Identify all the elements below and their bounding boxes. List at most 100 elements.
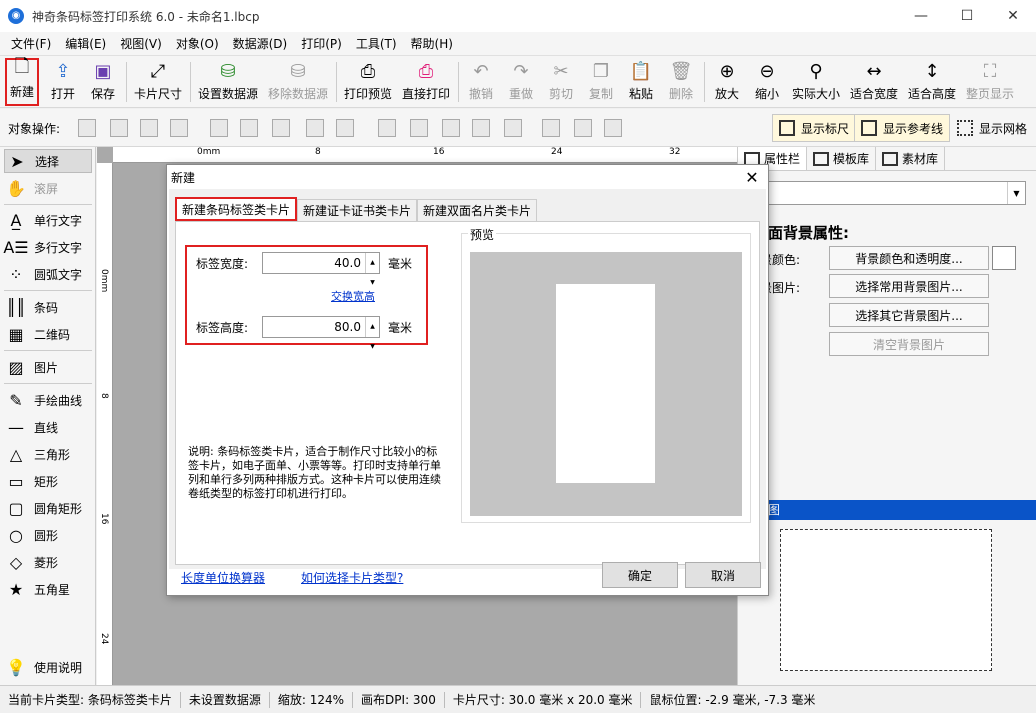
tool-qrcode[interactable]: ▦ 二维码 (4, 322, 92, 346)
other-bg-image-button[interactable]: 选择其它背景图片... (829, 303, 989, 327)
open-file-icon: ⇪ (55, 60, 71, 82)
swap-dimensions-link[interactable]: 交换宽高 (331, 288, 375, 304)
same-width-icon[interactable] (306, 119, 324, 137)
how-to-choose-link[interactable]: 如何选择卡片类型? (301, 569, 403, 586)
tab-certificate-card[interactable]: 新建证卡证书类卡片 (297, 199, 418, 221)
tab-templates[interactable]: 模板库 (807, 147, 877, 170)
cut-button[interactable]: ✂ 剪切 (544, 58, 578, 106)
layer-bottom-icon[interactable] (170, 119, 188, 137)
trash-icon: 🗑 (669, 60, 693, 82)
unit-converter-link[interactable]: 长度单位换算器 (181, 569, 265, 586)
width-stepper[interactable]: 40.0 ▲ ▼ (262, 252, 380, 286)
tool-line[interactable]: — 直线 (4, 415, 92, 439)
print-preview-button[interactable]: ⎙ 打印预览 (342, 58, 394, 106)
line-icon: — (8, 417, 24, 437)
open-button[interactable]: ⇪ 打开 (46, 58, 80, 106)
delete-button[interactable]: 🗑 删除 (664, 58, 698, 106)
tool-star[interactable]: ★ 五角星 (4, 577, 92, 601)
bg-color-swatch[interactable] (992, 246, 1016, 270)
tab-barcode-label-card[interactable]: 新建条码标签类卡片 (175, 197, 298, 221)
menu-datasource[interactable]: 数据源(D) (226, 35, 295, 52)
menu-print[interactable]: 打印(P) (294, 35, 349, 52)
lock-icon[interactable] (604, 119, 622, 137)
menu-view[interactable]: 视图(V) (113, 35, 169, 52)
width-spin-arrows[interactable]: ▲ ▼ (365, 253, 379, 286)
height-spin-arrows[interactable]: ▲ ▼ (365, 317, 379, 350)
bg-color-button[interactable]: 背景颜色和透明度... (829, 246, 989, 270)
tool-single-text[interactable]: A̲ 单行文字 (4, 208, 92, 232)
common-bg-image-button[interactable]: 选择常用背景图片... (829, 274, 989, 298)
help-button[interactable]: 💡 使用说明 (4, 655, 92, 679)
layer-up-icon[interactable] (78, 119, 96, 137)
cancel-button[interactable]: 取消 (685, 562, 761, 588)
object-select-dropdown[interactable]: ▼ (746, 181, 1026, 205)
tool-rect[interactable]: ▭ 矩形 (4, 469, 92, 493)
tool-diamond[interactable]: ◇ 菱形 (4, 550, 92, 574)
undo-button[interactable]: ↶ 撤销 (464, 58, 498, 106)
actual-size-button[interactable]: ⚲ 实际大小 (790, 58, 842, 106)
tool-triangle[interactable]: △ 三角形 (4, 442, 92, 466)
qrcode-icon: ▦ (8, 324, 24, 344)
height-value: 80.0 (334, 320, 361, 334)
align-middle-icon[interactable] (410, 119, 428, 137)
show-grid-toggle[interactable]: 显示网格 (950, 114, 1034, 142)
zoom-out-button[interactable]: ⊖ 缩小 (750, 58, 784, 106)
menu-help[interactable]: 帮助(H) (404, 35, 460, 52)
tool-image[interactable]: ▨ 图片 (4, 355, 92, 379)
tab-assets[interactable]: 素材库 (876, 147, 946, 170)
tab-business-card[interactable]: 新建双面名片类卡片 (417, 199, 538, 221)
save-button[interactable]: ▣ 保存 (86, 58, 120, 106)
tool-freehand[interactable]: ✎ 手绘曲线 (4, 388, 92, 412)
align-left-icon[interactable] (210, 119, 228, 137)
minimize-button[interactable]: — (898, 0, 944, 32)
card-size-button[interactable]: ⤢ 卡片尺寸 (132, 58, 184, 106)
printer-icon: ⎙ (418, 60, 434, 82)
status-mouse-pos: 鼠标位置: -2.9 毫米, -7.3 毫米 (649, 692, 816, 707)
menu-tools[interactable]: 工具(T) (349, 35, 404, 52)
same-height-icon[interactable] (472, 119, 490, 137)
align-top-icon[interactable] (378, 119, 396, 137)
fit-height-button[interactable]: ↕ 适合高度 (906, 58, 958, 106)
redo-button[interactable]: ↷ 重做 (504, 58, 538, 106)
tool-barcode[interactable]: ║║ 条码 (4, 295, 92, 319)
zoom-in-button[interactable]: ⊕ 放大 (710, 58, 744, 106)
menu-file[interactable]: 文件(F) (4, 35, 58, 52)
remove-datasource-button[interactable]: ⛁ 移除数据源 (266, 58, 330, 106)
full-page-button[interactable]: ⛶ 整页显示 (964, 58, 1016, 106)
layer-down-icon[interactable] (140, 119, 158, 137)
align-center-icon[interactable] (240, 119, 258, 137)
tool-round-rect[interactable]: ▢ 圆角矩形 (4, 496, 92, 520)
close-button[interactable]: ✕ (990, 0, 1036, 32)
align-right-icon[interactable] (272, 119, 290, 137)
ungroup-icon[interactable] (574, 119, 592, 137)
tool-multi-text[interactable]: A☰ 多行文字 (3, 235, 92, 259)
tool-ellipse[interactable]: ○ 圆形 (4, 523, 92, 547)
copy-icon: ❐ (592, 60, 610, 82)
fit-width-button[interactable]: ↔ 适合宽度 (848, 58, 900, 106)
dialog-body: 新建条码标签类卡片 新建证卡证书类卡片 新建双面名片类卡片 标签宽度: 40.0… (169, 189, 766, 569)
database-icon: ⛁ (220, 60, 236, 82)
align-bottom-icon[interactable] (442, 119, 460, 137)
maximize-button[interactable]: ☐ (944, 0, 990, 32)
show-ruler-toggle[interactable]: 显示标尺 (772, 114, 857, 142)
tool-scroll[interactable]: ✋ 滚屏 (4, 176, 92, 200)
height-stepper[interactable]: 80.0 ▲ ▼ (262, 316, 380, 350)
distribute-v-icon[interactable] (504, 119, 522, 137)
clear-bg-image-button[interactable]: 清空背景图片 (829, 332, 989, 356)
layer-top-icon[interactable] (110, 119, 128, 137)
menu-edit[interactable]: 编辑(E) (58, 35, 113, 52)
menu-object[interactable]: 对象(O) (169, 35, 226, 52)
ok-button[interactable]: 确定 (602, 562, 678, 588)
distribute-h-icon[interactable] (336, 119, 354, 137)
show-guides-toggle[interactable]: 显示参考线 (854, 114, 951, 142)
copy-button[interactable]: ❐ 复制 (584, 58, 618, 106)
dialog-close-button[interactable]: ✕ (742, 167, 762, 187)
tool-select[interactable]: ➤ 选择 (4, 149, 92, 173)
tool-arc-text[interactable]: ⁘ 圆弧文字 (4, 262, 92, 286)
set-datasource-button[interactable]: ⛁ 设置数据源 (196, 58, 260, 106)
magnifier-icon: ⚲ (809, 60, 823, 82)
new-button[interactable]: 🗋 新建 (5, 56, 39, 106)
group-icon[interactable] (542, 119, 560, 137)
paste-button[interactable]: 📋 粘贴 (624, 58, 658, 106)
direct-print-button[interactable]: ⎙ 直接打印 (400, 58, 452, 106)
